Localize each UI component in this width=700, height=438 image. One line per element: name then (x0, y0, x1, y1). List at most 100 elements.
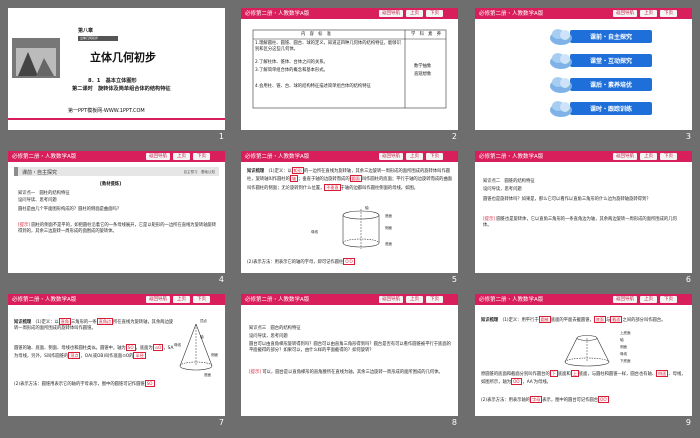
nav-prev-button[interactable]: 上页 (173, 153, 190, 160)
guide-line: 设问导读，思考问题 (249, 334, 288, 339)
nav-back-button[interactable]: 返回导航 (613, 153, 637, 160)
slide-thumbnail-3[interactable]: 必修第二册・人教数学A版 返回导航 上页 下页 课前・自主探究 课堂・互动探究 … (475, 8, 692, 130)
text: 底面，与圆柱和圆锥一样，圆台也有轴、 (578, 372, 657, 377)
nav-prev-button[interactable]: 上页 (640, 153, 657, 160)
slide-number-9: 9 (685, 418, 691, 427)
slide-thumbnail-1[interactable]: 第八章 立体几何初步 立体几何初步 8．1 基本立体图形 第二课时 旋转体及简单… (8, 8, 225, 130)
fill-blank: 不垂直 (324, 183, 341, 191)
slide-header: 必修第二册・人教数学A版 返回导航 上页 下页 (8, 294, 225, 305)
fill-blank: ⊙O (152, 344, 164, 351)
nav-next-button[interactable]: 下页 (660, 153, 677, 160)
slide-thumbnail-4[interactable]: 必修第二册・人教数学A版 返回导航 上页 下页 课前・自主探究 自主预习 基础认… (8, 151, 225, 273)
text: 表示，图中的圆台可记作圆台 (542, 398, 599, 403)
text: 圆锥中，轴为 (99, 346, 126, 351)
answer-tag: [提示] (249, 370, 261, 375)
nav-next-button[interactable]: 下页 (426, 296, 443, 303)
text: (2)表示方法：用表示轴的 (481, 398, 531, 403)
header-title: 必修第二册・人教数学A版 (479, 11, 544, 17)
knowledge-label: 知识梳理 (14, 320, 32, 325)
nav-back-button[interactable]: 返回导航 (613, 10, 637, 17)
nav-back-button[interactable]: 返回导航 (613, 296, 637, 303)
notation-paragraph: (2)表示方法：用表示轴的 字母 表示，图中的圆台可记作圆台 OO′ (481, 396, 687, 404)
label-axis: 轴 (365, 206, 369, 210)
text: (1)定义：以 (35, 320, 59, 325)
label-side: 侧面 (211, 353, 218, 357)
nav-back-button[interactable]: 返回导航 (379, 153, 403, 160)
menu-item-label: 课后・素养培优 (590, 82, 633, 89)
definition-paragraph: 知识梳理 (1)定义：以 直角 三角形的一条 直角边 所在直线为旋转轴，其余两边旋转一周… (14, 318, 174, 333)
nav-next-button[interactable]: 下页 (193, 296, 210, 303)
section-right-label: 自主预习 基础认知 (183, 170, 216, 174)
nav-prev-button[interactable]: 上页 (406, 153, 423, 160)
slide-thumbnail-9[interactable]: 必修第二册・人教数学A版 返回导航 上页 下页 知识梳理 (1)定义：用平行于圆… (475, 294, 692, 416)
menu-item-post-class[interactable]: 课后・素养培优 (550, 77, 652, 93)
nav-next-button[interactable]: 下页 (193, 153, 210, 160)
fill-blank: 直角 (58, 318, 71, 325)
header-title: 必修第二册・人教数学A版 (479, 297, 544, 303)
definition-paragraph: 知识梳理 (1)定义：以 矩形 的一边所在直线为旋转轴，其余三边旋转一周形成的面所围… (247, 167, 453, 192)
notation-paragraph: (2)表示方法：用表示它的轴的字母，即可记作圆柱 O′O (247, 258, 453, 266)
fill-blank: 截面 (610, 316, 623, 323)
slide-thumbnail-6[interactable]: 必修第二册・人教数学A版 返回导航 上页 下页 知识点二 圆锥的结构特征 设问导… (475, 151, 692, 273)
standard-row-1: 1.理解圆柱、圆锥、圆台、球的定义，知道这四种几何体的结构特征，能够识别和区分这… (255, 41, 401, 53)
nav-next-button[interactable]: 下页 (426, 153, 443, 160)
slide-header: 必修第二册・人教数学A版 返回导航 上页 下页 (8, 151, 225, 162)
text: (2)表示方法：圆锥用表示它的轴的字母表示，图中的圆锥可记作圆锥 (14, 382, 145, 387)
section-bar (14, 167, 18, 176)
base-paragraph: 原圆锥的底面和截面分别叫作圆台的下底面和上底面，与圆柱和圆锥一样，圆台也有轴、侧… (481, 370, 687, 387)
standard-row-4: 4.会用柱、锥、台、球的结构特征描述简单组合体的结构特征 (255, 84, 371, 89)
text: (1)定义：用平行于 (502, 318, 539, 323)
section-banner: 课前・自主探究 自主预习 基础认知 (14, 167, 219, 176)
slide-thumbnail-5[interactable]: 必修第二册・人教数学A版 返回导航 上页 下页 知识梳理 (1)定义：以 矩形 的一… (241, 151, 458, 273)
label-generatrix: 母线 (311, 230, 318, 234)
slide-title: 立体几何初步 (90, 51, 156, 64)
menu-item-in-class[interactable]: 课堂・互动探究 (550, 53, 652, 69)
slide-number-2: 2 (451, 132, 457, 141)
menu-item-practice[interactable]: 课时・跟踪训练 (550, 101, 652, 117)
answer-text: 圆锥也是旋转体，它以直角三角形的一条直角边为轴，其余两边旋转一周形成的面所围成的… (483, 217, 677, 229)
slide-number-6: 6 (685, 275, 691, 284)
text: 于轴的边都叫作圆柱侧面的母线。如图。 (340, 185, 418, 191)
label-axis: 轴 (620, 338, 624, 342)
cloud-icon (550, 53, 572, 69)
nav-back-button[interactable]: 返回导航 (146, 296, 170, 303)
fill-blank: 圆锥 (538, 316, 551, 323)
answer-text: 可以，圆台是以直角梯形的直角腰所在直线为轴，其余三边旋转一周形成的面所围成的几何… (262, 370, 443, 375)
nav-next-button[interactable]: 下页 (660, 296, 677, 303)
text: ，OA(或OB)叫作底面⊙O的 (80, 354, 134, 360)
slide-thumbnail-8[interactable]: 必修第二册・人教数学A版 返回导航 上页 下页 知识点三 圆台的结构特征 设问导… (241, 294, 458, 416)
skill-1: 数学抽象 (414, 64, 432, 69)
slide-number-1: 1 (218, 132, 224, 141)
slide-thumbnail-2[interactable]: 必修第二册・人教数学A版 返回导航 上页 下页 内 容 标 准 学 科 素 养 … (241, 8, 458, 130)
guide-line: 设问导读，思考问题 (483, 187, 522, 192)
cloud-icon (550, 101, 572, 117)
menu-item-pre-class[interactable]: 课前・自主探究 (550, 29, 652, 45)
label-top-base: 底面 (385, 214, 392, 218)
slide-thumbnail-7[interactable]: 必修第二册・人教数学A版 返回导航 上页 下页 知识梳理 (1)定义：以 直角 三角… (8, 294, 225, 416)
slide-number-4: 4 (218, 275, 224, 284)
slide-number-7: 7 (218, 418, 224, 427)
fill-blank: OO′ (598, 396, 610, 403)
nav-prev-button[interactable]: 上页 (640, 296, 657, 303)
text: 圆锥的轴、底面、侧面、母线也和圆柱类似。 (14, 346, 100, 351)
knowledge-label: 知识梳理 (481, 318, 499, 323)
subtitle: [教材提炼] (100, 182, 122, 187)
fill-blank: 直角边 (96, 318, 114, 325)
chapter-sub: 立体几何初步 (80, 36, 99, 40)
answer-block: [提示] 圆锥也是旋转体，它以直角三角形的一条直角边为轴，其余两边旋转一周形成的… (483, 217, 685, 230)
nav-back-button[interactable]: 返回导航 (146, 153, 170, 160)
nav-prev-button[interactable]: 上页 (173, 296, 190, 303)
nav-back-button[interactable]: 返回导航 (379, 296, 403, 303)
section-title: 8．1 基本立体图形 (88, 78, 137, 84)
fill-blank: 顶点 (68, 352, 81, 360)
slide-header: 必修第二册・人教数学A版 返回导航 上页 下页 (241, 151, 458, 162)
nav-prev-button[interactable]: 上页 (406, 296, 423, 303)
knowledge-point: 知识点一 圆柱的结构特征 (18, 191, 70, 196)
label-bottom-base: 底面 (385, 242, 392, 246)
text: ，底面为 (135, 346, 153, 351)
slide-header: 必修第二册・人教数学A版 返回导航 上页 下页 (475, 8, 692, 19)
label-base: 底面 (204, 373, 211, 377)
nav-prev-button[interactable]: 上页 (640, 10, 657, 17)
nav-next-button[interactable]: 下页 (660, 10, 677, 17)
label-bottom-base: 下底面 (620, 359, 631, 363)
